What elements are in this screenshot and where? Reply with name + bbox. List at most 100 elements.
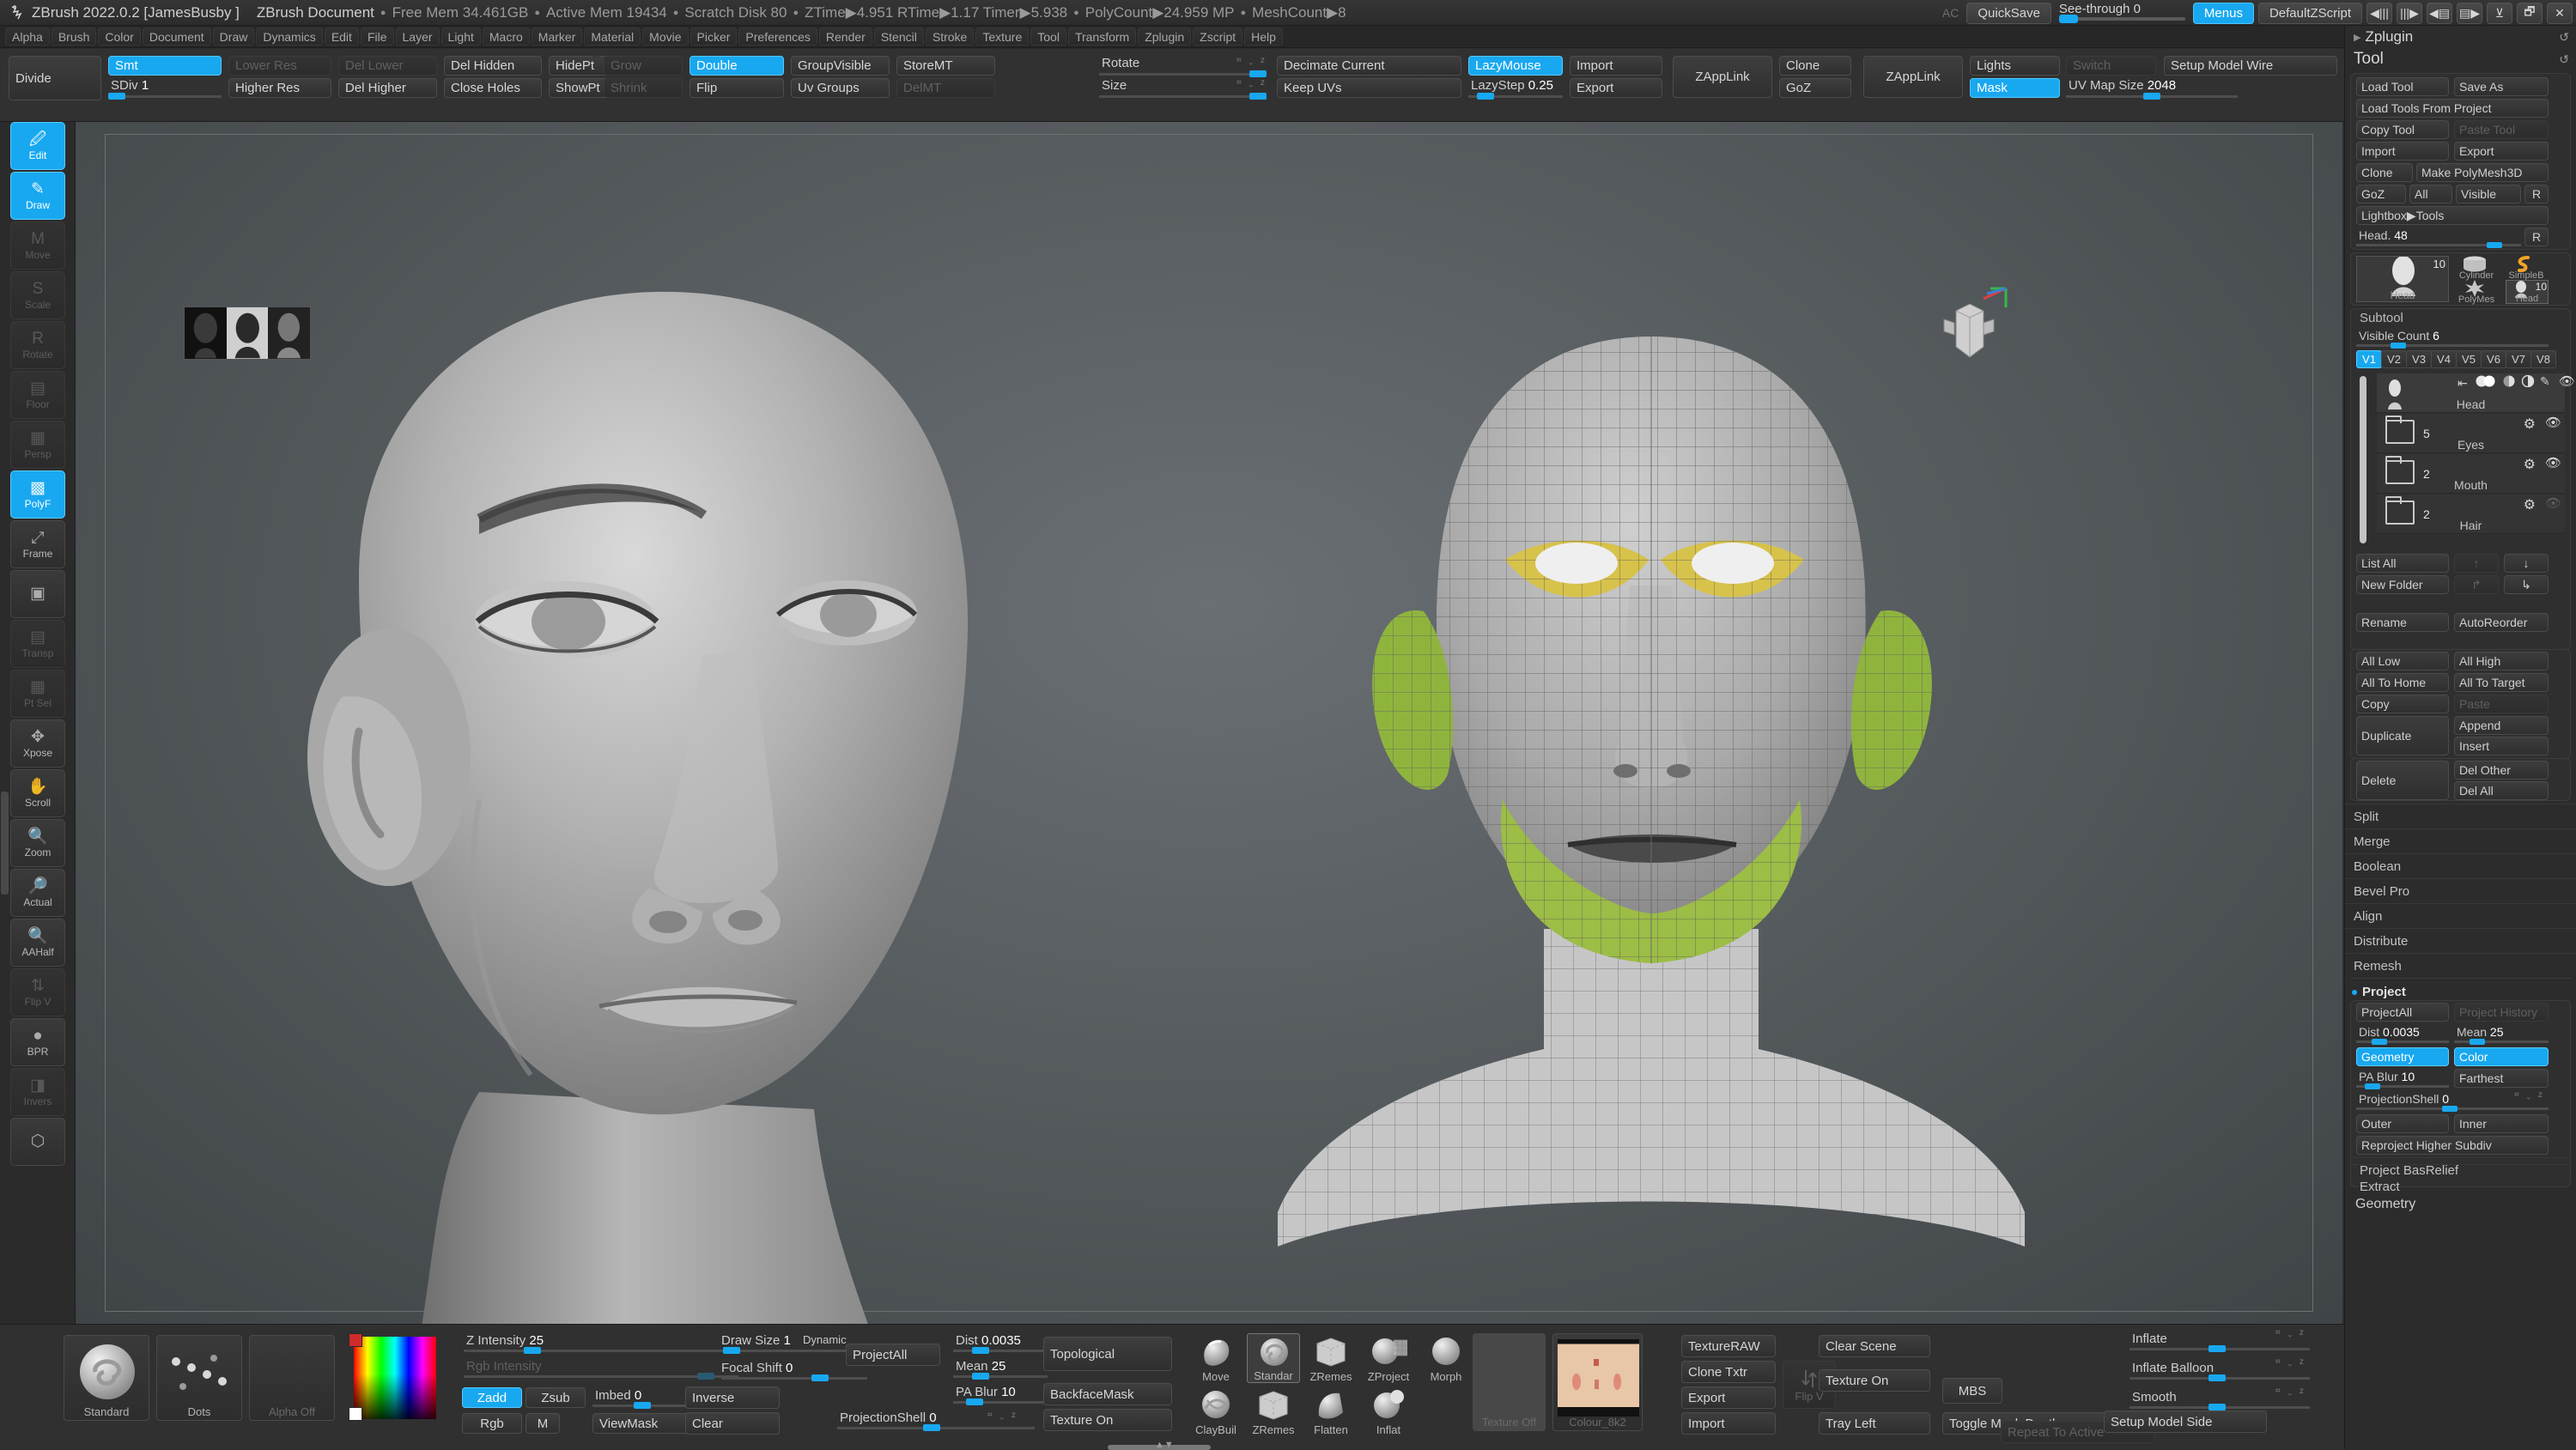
visibility-tab-v4[interactable]: V4 [2431, 350, 2457, 368]
left-tool-move[interactable]: M Move [10, 221, 65, 270]
lazystep-knob[interactable] [1477, 93, 1494, 100]
subtool-halfmoon-icon[interactable] [2502, 375, 2516, 391]
dist-slider-bottom[interactable]: Dist 0.0035 [953, 1333, 1048, 1354]
extract-row[interactable]: Extract [2351, 1164, 2570, 1194]
visible-count-slider[interactable]: Visible Count 6 [2356, 329, 2549, 349]
del-lower-button[interactable]: Del Lower [338, 56, 437, 76]
clear-button[interactable]: Clear [685, 1412, 780, 1435]
groupvisible-button[interactable]: GroupVisible [791, 56, 890, 76]
lights-button[interactable]: Lights [1970, 56, 2060, 76]
subtool-row-mouth[interactable]: 2 ⚙ 👁 Mouth [2377, 454, 2565, 494]
menu-item-layer[interactable]: Layer [395, 27, 440, 46]
head-slider[interactable]: Head. 48 [2356, 228, 2521, 248]
rename-button[interactable]: Rename [2356, 613, 2449, 632]
mean-slider-tray[interactable]: Mean 25 [2454, 1025, 2549, 1045]
imbed-slider[interactable]: Imbed 0 [592, 1388, 691, 1409]
left-tool-edit[interactable]: 🖉 Edit [10, 122, 65, 170]
tool-thumb-head[interactable]: 10 Head [2356, 256, 2449, 302]
default-zscript-button[interactable]: DefaultZScript [2257, 2, 2362, 24]
draw-size-knob[interactable] [723, 1347, 740, 1354]
inflate-xyz-icon[interactable]: ⌗ ⌄ z [2275, 1328, 2306, 1338]
project-history-button[interactable]: Project History [2454, 1003, 2549, 1022]
left-tool-invers[interactable]: ◨ Invers [10, 1068, 65, 1116]
tray-left-icon[interactable]: ◀▤ [2427, 2, 2452, 24]
subtool-move-down-button[interactable]: ↓ [2504, 554, 2549, 573]
all-to-target-button[interactable]: All To Target [2454, 673, 2549, 692]
subtool-copy-button[interactable]: Copy [2356, 695, 2449, 713]
smt-toggle[interactable]: Smt [108, 56, 222, 76]
move-down-folder-button[interactable]: ↳ [2504, 575, 2549, 594]
visibility-tab-v6[interactable]: V6 [2481, 350, 2506, 368]
z-intensity-knob[interactable] [524, 1347, 541, 1354]
menus-toggle-button[interactable]: Menus [2192, 2, 2254, 24]
viewport-canvas[interactable] [76, 122, 2342, 1341]
texture-import-button[interactable]: Import [1681, 1412, 1776, 1435]
left-tool-xpose[interactable]: ✥ Xpose [10, 719, 65, 767]
tool-thumb-head2[interactable]: 10 Head [2506, 280, 2549, 304]
higher-res-button[interactable]: Higher Res [228, 78, 331, 98]
zapplink-button-2[interactable]: ZAppLink [1863, 56, 1963, 98]
navigation-gizmo[interactable] [1930, 285, 2008, 379]
setup-model-side-button[interactable]: Setup Model Side [2104, 1411, 2267, 1433]
geometry-toggle[interactable]: Geometry [2356, 1047, 2449, 1066]
texture-off-swatch[interactable]: Texture Off [1473, 1333, 1546, 1431]
left-tool-box[interactable]: ⬡ [10, 1118, 65, 1166]
left-tool-pt-sel[interactable]: ▦ Pt Sel [10, 670, 65, 718]
menu-item-preferences[interactable]: Preferences [738, 27, 817, 46]
tool-thumb-simpleb[interactable]: SimpleB [2504, 256, 2549, 281]
del-all-button[interactable]: Del All [2454, 781, 2549, 800]
left-tool-floor[interactable]: ▤ Floor [10, 371, 65, 419]
brush-tool-inflat[interactable]: Inflat [1362, 1386, 1415, 1436]
subtool-brush-icon[interactable]: ✎ [2540, 374, 2550, 389]
inflate-balloon-xyz-icon[interactable]: ⌗ ⌄ z [2275, 1357, 2306, 1367]
import-button[interactable]: Import [1570, 56, 1662, 76]
outer-button[interactable]: Outer [2356, 1114, 2449, 1133]
smooth-knob[interactable] [2208, 1404, 2226, 1411]
dist-knob-tray[interactable] [2372, 1039, 2387, 1045]
menu-item-color[interactable]: Color [98, 27, 141, 46]
menu-item-zplugin[interactable]: Zplugin [1138, 27, 1192, 46]
subtool-gear-icon[interactable]: ⚙ [2524, 456, 2536, 473]
tool-import-button[interactable]: Import [2356, 142, 2449, 161]
brush-tool-morph[interactable]: Morph [1419, 1333, 1473, 1383]
brush-tool-standar[interactable]: Standar [1247, 1333, 1300, 1383]
projectall-button-bottom[interactable]: ProjectAll [846, 1344, 940, 1366]
duplicate-button[interactable]: Duplicate [2356, 716, 2449, 755]
dist-slider-tray[interactable]: Dist 0.0035 [2356, 1025, 2449, 1045]
zplugin-reset-icon[interactable]: ↺ [2559, 30, 2569, 45]
goz-visible-button[interactable]: Visible [2456, 185, 2521, 203]
left-tool-zoom[interactable]: 🔍 Zoom [10, 819, 65, 867]
left-tool-transp[interactable]: ▤ Transp [10, 620, 65, 668]
list-all-button[interactable]: List All [2356, 554, 2449, 573]
subtool-scrollbar[interactable] [2360, 376, 2366, 543]
divide-button[interactable]: Divide [9, 56, 101, 100]
zadd-toggle[interactable]: Zadd [462, 1387, 522, 1408]
menu-item-marker[interactable]: Marker [531, 27, 583, 46]
subtool-row-hair[interactable]: 2 ⚙ 👁 Hair [2377, 494, 2565, 534]
visibility-tab-v3[interactable]: V3 [2406, 350, 2432, 368]
subtool-gear-icon[interactable]: ⚙ [2524, 416, 2536, 433]
left-tool-frame[interactable]: ⤢ Frame [10, 520, 65, 568]
reference-thumbnail-strip[interactable] [184, 306, 311, 360]
shelf-drag-handle[interactable] [1, 792, 9, 895]
clone-txtr-button[interactable]: Clone Txtr [1681, 1361, 1776, 1383]
tool-export-button[interactable]: Export [2454, 142, 2549, 161]
reference-thumb-2[interactable] [226, 307, 269, 359]
grow-button[interactable]: Grow [604, 56, 683, 76]
size-xyz-icon[interactable]: ⌗ ⌄ z [1236, 78, 1267, 88]
left-tool-scale[interactable]: S Scale [10, 271, 65, 319]
all-high-button[interactable]: All High [2454, 652, 2549, 670]
left-tool-actual[interactable]: 🔎 Actual [10, 869, 65, 917]
goz-all-button[interactable]: All [2409, 185, 2452, 203]
tool-palette-header[interactable]: Tool ↺ [2345, 48, 2576, 70]
menu-item-edit[interactable]: Edit [324, 27, 359, 46]
subtool-visibility-eye-icon[interactable]: 👁 [2545, 495, 2561, 511]
menu-item-alpha[interactable]: Alpha [5, 27, 50, 46]
switch-button[interactable]: Switch [2066, 56, 2156, 76]
del-higher-button[interactable]: Del Higher [338, 78, 437, 98]
double-toggle[interactable]: Double [690, 56, 784, 76]
sculpted-head-model[interactable] [222, 251, 1123, 1341]
tool-section-boolean[interactable]: Boolean [2345, 853, 2576, 878]
subtool-contrast-icon[interactable] [2521, 374, 2535, 391]
move-up-folder-button[interactable]: ↱ [2454, 575, 2499, 594]
